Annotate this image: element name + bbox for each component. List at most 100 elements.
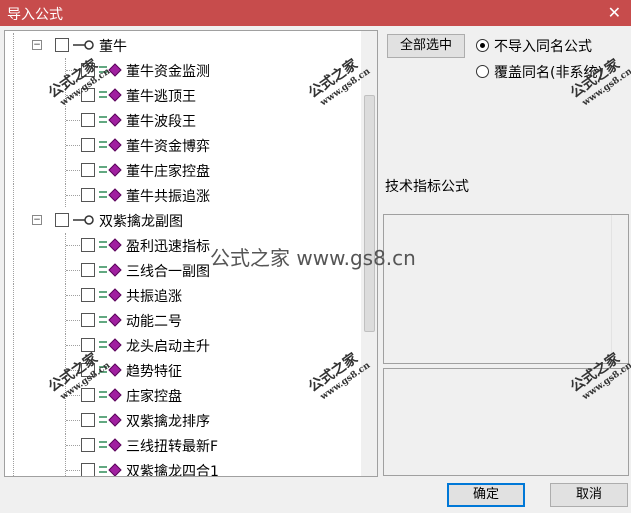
tree-item-row[interactable]: 三线合一副图: [5, 258, 357, 282]
formula-icon: [99, 363, 125, 377]
tree-line: [13, 108, 14, 132]
tree-line: [66, 70, 80, 71]
select-all-button[interactable]: 全部选中: [387, 34, 465, 58]
tree-item-label: 董牛波段王: [126, 114, 196, 130]
tree-line: [13, 308, 14, 332]
tree-item-row[interactable]: 双紫擒龙排序: [5, 408, 357, 432]
tree-line: [13, 183, 14, 207]
tree-line: [13, 233, 14, 257]
tree-line: [66, 195, 80, 196]
tree-item-row[interactable]: 董牛共振追涨: [5, 183, 357, 207]
radio-overwrite-label: 覆盖同名(非系统): [494, 65, 603, 81]
tree-item-label: 董牛逃顶王: [126, 89, 196, 105]
tree-line: [65, 458, 66, 476]
tree-item-label: 龙头启动主升: [126, 339, 210, 355]
item-checkbox[interactable]: [81, 163, 95, 177]
tree-line: [13, 133, 14, 157]
item-checkbox[interactable]: [81, 63, 95, 77]
description-scrollbar[interactable]: [611, 215, 628, 363]
item-checkbox[interactable]: [81, 113, 95, 127]
tree-item-row[interactable]: 董牛逃顶王: [5, 83, 357, 107]
group-checkbox[interactable]: [55, 38, 69, 52]
tree-line: [66, 395, 80, 396]
item-checkbox[interactable]: [81, 338, 95, 352]
formula-icon: [99, 163, 125, 177]
tree-line: [66, 320, 80, 321]
tree-line: [66, 470, 80, 471]
tree-line: [13, 158, 14, 182]
tree-line: [13, 458, 14, 476]
radio-overwrite-duplicates[interactable]: 覆盖同名(非系统): [476, 62, 626, 82]
formula-icon: [99, 188, 125, 202]
radio-overwrite-indicator[interactable]: [476, 65, 489, 78]
parameter-box[interactable]: [383, 368, 629, 476]
formula-type-label: 技术指标公式: [385, 179, 469, 195]
formula-icon: [99, 413, 125, 427]
formula-tree[interactable]: − 董牛 董牛资金监测 董牛逃顶王 董牛波段王 董牛资金博弈 董牛庄家控盘 董牛共振追涨 − 双紫…: [4, 30, 378, 477]
formula-icon: [99, 438, 125, 452]
description-box[interactable]: [383, 214, 629, 364]
formula-icon: [99, 238, 125, 252]
title-bar: 导入公式 ✕: [0, 0, 631, 26]
tree-line: [13, 258, 14, 282]
tree-item-row[interactable]: 龙头启动主升: [5, 333, 357, 357]
tree-item-label: 董牛资金博弈: [126, 139, 210, 155]
tree-line: [13, 383, 14, 407]
tree-item-row[interactable]: 董牛庄家控盘: [5, 158, 357, 182]
tree-item-label: 董牛共振追涨: [126, 189, 210, 205]
item-checkbox[interactable]: [81, 388, 95, 402]
tree-group-label: 董牛: [99, 39, 127, 55]
tree-item-label: 双紫擒龙四合1: [126, 464, 219, 477]
tree-item-row[interactable]: 趋势特征: [5, 358, 357, 382]
radio-skip-indicator[interactable]: [476, 39, 489, 52]
tree-item-label: 董牛资金监测: [126, 64, 210, 80]
formula-icon: [99, 263, 125, 277]
tree-line: [13, 208, 14, 232]
formula-icon: [99, 463, 125, 476]
item-checkbox[interactable]: [81, 413, 95, 427]
item-checkbox[interactable]: [81, 238, 95, 252]
tree-line: [66, 145, 80, 146]
item-checkbox[interactable]: [81, 188, 95, 202]
tree-item-label: 三线合一副图: [126, 264, 210, 280]
item-checkbox[interactable]: [81, 438, 95, 452]
formula-icon: [99, 63, 125, 77]
collapse-icon[interactable]: −: [32, 215, 42, 225]
tree-item-label: 双紫擒龙排序: [126, 414, 210, 430]
tree-item-row[interactable]: 共振追涨: [5, 283, 357, 307]
item-checkbox[interactable]: [81, 138, 95, 152]
tree-line: [13, 433, 14, 457]
item-checkbox[interactable]: [81, 463, 95, 476]
item-checkbox[interactable]: [81, 88, 95, 102]
formula-icon: [99, 88, 125, 102]
cancel-button[interactable]: 取消: [550, 483, 628, 507]
group-checkbox[interactable]: [55, 213, 69, 227]
tree-scrollbar[interactable]: [361, 31, 377, 476]
collapse-icon[interactable]: −: [32, 40, 42, 50]
radio-skip-duplicates[interactable]: 不导入同名公式: [476, 36, 626, 56]
tree-item-row[interactable]: 董牛资金监测: [5, 58, 357, 82]
tree-line: [13, 58, 14, 82]
item-checkbox[interactable]: [81, 288, 95, 302]
tree-item-row[interactable]: 三线扭转最新F: [5, 433, 357, 457]
item-checkbox[interactable]: [81, 313, 95, 327]
tree-item-row[interactable]: 双紫擒龙四合1: [5, 458, 357, 477]
ok-button[interactable]: 确定: [447, 483, 525, 507]
tree-group-row[interactable]: − 双紫擒龙副图: [5, 208, 357, 232]
key-icon: [73, 38, 95, 52]
tree-item-label: 动能二号: [126, 314, 182, 330]
item-checkbox[interactable]: [81, 263, 95, 277]
tree-item-row[interactable]: 庄家控盘: [5, 383, 357, 407]
tree-item-label: 趋势特征: [126, 364, 182, 380]
item-checkbox[interactable]: [81, 363, 95, 377]
scrollbar-thumb[interactable]: [364, 95, 375, 332]
tree-item-row[interactable]: 董牛波段王: [5, 108, 357, 132]
tree-item-label: 共振追涨: [126, 289, 182, 305]
tree-item-row[interactable]: 动能二号: [5, 308, 357, 332]
formula-icon: [99, 138, 125, 152]
key-icon: [73, 213, 95, 227]
tree-item-row[interactable]: 盈利迅速指标: [5, 233, 357, 257]
tree-group-row[interactable]: − 董牛: [5, 33, 357, 57]
close-icon[interactable]: ✕: [608, 3, 621, 22]
tree-item-row[interactable]: 董牛资金博弈: [5, 133, 357, 157]
